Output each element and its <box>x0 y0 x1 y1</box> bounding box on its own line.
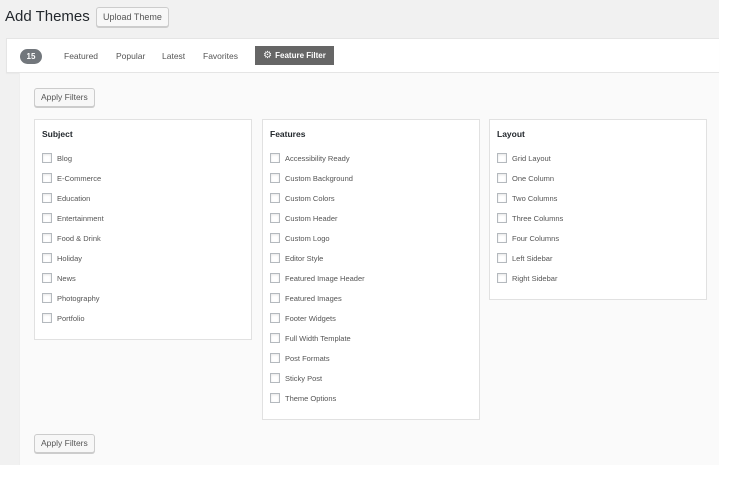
layout-group: Layout Grid Layout One Column Two Column… <box>489 119 707 300</box>
upload-theme-button[interactable]: Upload Theme <box>96 7 169 27</box>
checkbox[interactable] <box>270 333 280 343</box>
option-footer-widgets[interactable]: Footer Widgets <box>270 312 336 324</box>
checkbox[interactable] <box>497 253 507 263</box>
option-left-sidebar[interactable]: Left Sidebar <box>497 252 552 264</box>
checkbox[interactable] <box>270 153 280 163</box>
filter-bar: 15 Featured Popular Latest Favorites ⚙ F… <box>6 38 719 73</box>
option-featured-image-header[interactable]: Featured Image Header <box>270 272 365 284</box>
option-entertainment[interactable]: Entertainment <box>42 212 104 224</box>
features-group-title: Features <box>270 129 306 139</box>
checkbox[interactable] <box>270 313 280 323</box>
checkbox[interactable] <box>42 273 52 283</box>
checkbox[interactable] <box>497 273 507 283</box>
feature-filter-tab[interactable]: ⚙ Feature Filter <box>255 46 334 65</box>
checkbox[interactable] <box>497 173 507 183</box>
checkbox[interactable] <box>497 213 507 223</box>
option-blog[interactable]: Blog <box>42 152 72 164</box>
subject-group: Subject Blog E-Commerce Education Entert… <box>34 119 252 340</box>
checkbox[interactable] <box>270 273 280 283</box>
option-holiday[interactable]: Holiday <box>42 252 82 264</box>
option-accessibility-ready[interactable]: Accessibility Ready <box>270 152 350 164</box>
theme-count-badge: 15 <box>20 49 42 64</box>
checkbox[interactable] <box>270 233 280 243</box>
checkbox[interactable] <box>497 193 507 203</box>
option-grid-layout[interactable]: Grid Layout <box>497 152 551 164</box>
checkbox[interactable] <box>497 233 507 243</box>
checkbox[interactable] <box>42 193 52 203</box>
option-custom-logo[interactable]: Custom Logo <box>270 232 330 244</box>
option-e-commerce[interactable]: E-Commerce <box>42 172 101 184</box>
checkbox[interactable] <box>270 393 280 403</box>
checkbox[interactable] <box>270 353 280 363</box>
checkbox[interactable] <box>42 313 52 323</box>
option-custom-colors[interactable]: Custom Colors <box>270 192 335 204</box>
gear-icon: ⚙ <box>263 49 273 61</box>
filter-link-latest[interactable]: Latest <box>162 51 185 61</box>
option-two-columns[interactable]: Two Columns <box>497 192 557 204</box>
layout-group-title: Layout <box>497 129 525 139</box>
filter-link-popular[interactable]: Popular <box>116 51 145 61</box>
option-food-drink[interactable]: Food & Drink <box>42 232 101 244</box>
checkbox[interactable] <box>270 373 280 383</box>
checkbox[interactable] <box>497 153 507 163</box>
checkbox[interactable] <box>270 253 280 263</box>
option-featured-images[interactable]: Featured Images <box>270 292 342 304</box>
checkbox[interactable] <box>270 173 280 183</box>
checkbox[interactable] <box>270 193 280 203</box>
option-editor-style[interactable]: Editor Style <box>270 252 323 264</box>
option-portfolio[interactable]: Portfolio <box>42 312 85 324</box>
option-theme-options[interactable]: Theme Options <box>270 392 336 404</box>
option-right-sidebar[interactable]: Right Sidebar <box>497 272 557 284</box>
checkbox[interactable] <box>42 253 52 263</box>
option-custom-header[interactable]: Custom Header <box>270 212 338 224</box>
features-group: Features Accessibility Ready Custom Back… <box>262 119 480 420</box>
option-sticky-post[interactable]: Sticky Post <box>270 372 322 384</box>
option-custom-background[interactable]: Custom Background <box>270 172 353 184</box>
option-full-width-template[interactable]: Full Width Template <box>270 332 351 344</box>
feature-filter-label: Feature Filter <box>275 51 326 60</box>
apply-filters-button-bottom[interactable]: Apply Filters <box>34 434 95 453</box>
option-news[interactable]: News <box>42 272 76 284</box>
option-post-formats[interactable]: Post Formats <box>270 352 330 364</box>
option-four-columns[interactable]: Four Columns <box>497 232 559 244</box>
subject-group-title: Subject <box>42 129 73 139</box>
filter-drawer: Apply Filters Subject Blog E-Commerce Ed… <box>19 73 719 465</box>
checkbox[interactable] <box>42 233 52 243</box>
checkbox[interactable] <box>42 153 52 163</box>
option-photography[interactable]: Photography <box>42 292 100 304</box>
filter-link-featured[interactable]: Featured <box>64 51 98 61</box>
checkbox[interactable] <box>42 213 52 223</box>
option-one-column[interactable]: One Column <box>497 172 554 184</box>
option-three-columns[interactable]: Three Columns <box>497 212 563 224</box>
apply-filters-button-top[interactable]: Apply Filters <box>34 88 95 107</box>
checkbox[interactable] <box>42 173 52 183</box>
checkbox[interactable] <box>270 293 280 303</box>
checkbox[interactable] <box>42 293 52 303</box>
option-education[interactable]: Education <box>42 192 90 204</box>
page-title: Add Themes <box>5 8 90 25</box>
filter-link-favorites[interactable]: Favorites <box>203 51 238 61</box>
checkbox[interactable] <box>270 213 280 223</box>
